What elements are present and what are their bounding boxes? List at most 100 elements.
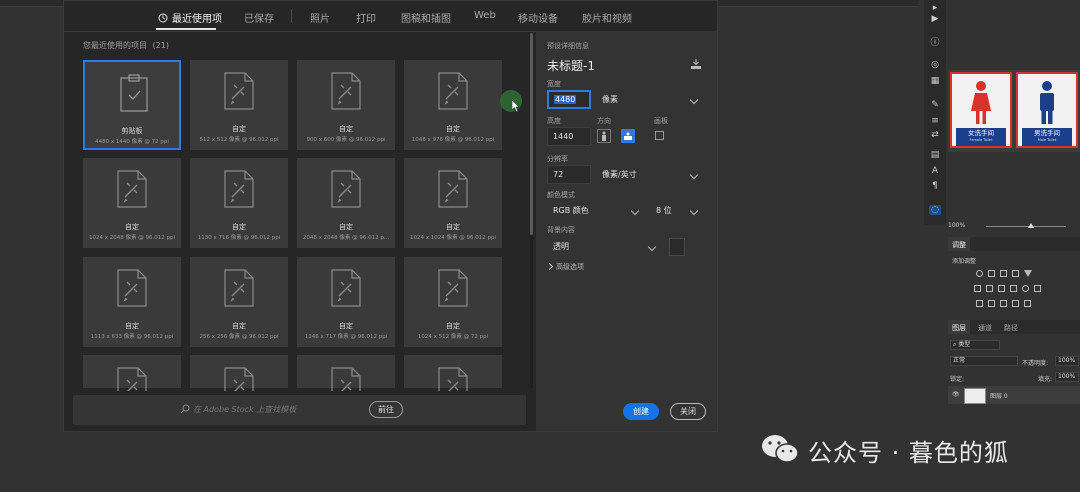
resolution-input[interactable]: 72 [547, 165, 591, 184]
width-input[interactable]: 4480 [547, 90, 591, 109]
posterize-icon[interactable] [988, 300, 995, 307]
advanced-options-toggle[interactable]: 高级选项 [545, 262, 584, 272]
preset-card[interactable]: 自定 512 x 512 像素 @ 96.012 ppi [190, 60, 288, 150]
photo-filter-icon[interactable] [1010, 285, 1017, 292]
grid-icon[interactable]: ▦ [929, 76, 941, 86]
channel-mixer-icon[interactable] [1022, 285, 1029, 292]
close-button[interactable]: 关闭 [670, 403, 706, 420]
bit-depth-select[interactable]: 8 位 [650, 201, 703, 220]
preset-card[interactable]: 自定 256 x 256 像素 @ 96.012 ppi [190, 257, 288, 347]
background-select[interactable]: 透明 [547, 237, 661, 256]
layer-kind-filter[interactable]: ⌕ 类型 [950, 340, 1000, 350]
sliders-icon[interactable]: ≡ [929, 116, 941, 126]
preset-card[interactable]: 自定 1146 x 717 像素 @ 96.012 ppi [297, 257, 395, 347]
vibrance-icon[interactable] [1024, 270, 1032, 277]
tab-layers[interactable]: 图层 [952, 323, 966, 333]
levels-icon[interactable] [988, 270, 995, 277]
female-sign-caption: 女洗手间 Female Toilet [956, 128, 1006, 146]
preset-card[interactable]: 自定 1130 x 716 像素 @ 96.012 ppi [190, 158, 288, 248]
save-preset-icon[interactable] [690, 59, 702, 69]
layer-row[interactable]: 👁 图层 0 [948, 386, 1080, 404]
zoom-percent[interactable]: 100% [948, 222, 965, 229]
grid-scrollbar-thumb[interactable] [530, 33, 533, 235]
resolution-value: 72 [553, 170, 564, 179]
layers-tabbar: 图层 通道 路径 [948, 320, 1080, 334]
preset-card[interactable] [190, 355, 288, 391]
new-document-dialog: 最近使用项 已保存 照片 打印 图稿和插图 Web 移动设备 胶片和视频 您最近… [63, 0, 718, 432]
character-icon[interactable]: A [929, 166, 941, 176]
paragraph-icon[interactable]: ¶ [929, 181, 941, 191]
go-button[interactable]: 前往 [369, 401, 403, 418]
preset-card[interactable]: 自定 1024 x 2048 像素 @ 96.012 ppi [83, 158, 181, 248]
preset-card[interactable] [297, 355, 395, 391]
play-icon[interactable]: ▶ [929, 14, 941, 24]
info-icon[interactable]: ⓘ [929, 38, 941, 48]
wechat-icon [762, 435, 799, 463]
progress-icon[interactable]: ◌ [929, 205, 941, 215]
exposure-icon[interactable] [1012, 270, 1019, 277]
create-button[interactable]: 创建 [623, 403, 659, 420]
male-toilet-sign: 男洗手间 Male Toilet [1016, 72, 1078, 148]
male-figure-icon [1040, 81, 1054, 124]
preset-card[interactable] [83, 355, 181, 391]
fill-label: 填充: [1038, 376, 1053, 383]
height-input[interactable]: 1440 [547, 127, 591, 146]
resolution-unit-select[interactable]: 像素/英寸 [596, 165, 703, 184]
eye-icon[interactable]: 👁 [952, 391, 960, 398]
color-mode-value: RGB 颜色 [553, 206, 589, 215]
resolution-unit-value: 像素/英寸 [602, 170, 637, 179]
artboard-checkbox[interactable] [655, 131, 664, 140]
selective-color-icon[interactable] [1024, 300, 1031, 307]
color-balance-icon[interactable] [986, 285, 993, 292]
layer-name[interactable]: 图层 0 [990, 391, 1008, 400]
tab-adjustments[interactable]: 调整 [952, 240, 966, 250]
tab-channels[interactable]: 通道 [978, 323, 992, 333]
preset-card-size: 2048 x 2048 像素 @ 96.012 p... [302, 235, 390, 241]
collapse-icon[interactable]: ▸ [929, 3, 941, 13]
fill-input[interactable]: 100% [1055, 372, 1079, 382]
adjust-icon[interactable]: ⇄ [929, 130, 941, 140]
preset-card[interactable]: 自定 1113 x 633 像素 @ 96.012 ppi [83, 257, 181, 347]
custom-doc-icon [117, 170, 147, 208]
preset-card[interactable]: 自定 1024 x 512 像素 @ 72 ppi [404, 257, 502, 347]
custom-doc-icon [117, 269, 147, 307]
layers-icon[interactable]: ▤ [929, 150, 941, 160]
preset-card[interactable]: 自定 900 x 600 像素 @ 96.012 ppi [297, 60, 395, 150]
preset-card-clipboard[interactable]: 剪贴板 4480 x 1440 像素 @ 72 ppi [83, 60, 181, 150]
preset-card[interactable]: 自定 1048 x 976 像素 @ 96.012 ppi [404, 60, 502, 150]
brightness-icon[interactable] [976, 270, 983, 277]
brush-icon[interactable]: ✎ [929, 100, 941, 110]
tab-paths[interactable]: 路径 [1004, 323, 1018, 333]
stock-search-input[interactable]: 在 Adobe Stock 上查找模板 [193, 404, 296, 415]
chevron-down-icon [689, 206, 699, 216]
portrait-orientation-button[interactable] [597, 129, 611, 143]
preset-card-name: 自定 [446, 125, 460, 133]
preset-card[interactable]: 自定 1024 x 1024 像素 @ 96.012 ppi [404, 158, 502, 248]
background-value: 透明 [553, 242, 569, 251]
preset-card[interactable] [404, 355, 502, 391]
zoom-slider[interactable] [986, 226, 1066, 227]
libraries-icon[interactable]: ◎ [929, 60, 941, 70]
opacity-input[interactable]: 100% [1055, 356, 1079, 366]
tab-film-video[interactable]: 胶片和视频 [582, 10, 632, 25]
hue-saturation-icon[interactable] [974, 285, 981, 292]
opacity-label: 不透明度: [1022, 360, 1049, 367]
male-caption-sub: Male Toilet [1037, 138, 1057, 142]
black-white-icon[interactable] [998, 285, 1005, 292]
width-unit-select[interactable]: 像素 [596, 90, 703, 109]
blend-mode-select[interactable]: 正常 [950, 356, 1018, 366]
female-caption-sub: Female Toilet [969, 138, 993, 142]
zoom-slider-handle[interactable] [1028, 223, 1034, 228]
color-mode-select[interactable]: RGB 颜色 [547, 201, 644, 220]
invert-icon[interactable] [976, 300, 983, 307]
background-color-swatch[interactable] [669, 238, 685, 256]
gradient-map-icon[interactable] [1012, 300, 1019, 307]
preset-card-name: 自定 [125, 223, 139, 231]
curves-icon[interactable] [1000, 270, 1007, 277]
color-lookup-icon[interactable] [1034, 285, 1041, 292]
landscape-orientation-button[interactable] [621, 129, 635, 143]
clipboard-icon [119, 74, 149, 112]
preset-card[interactable]: 自定 2048 x 2048 像素 @ 96.012 p... [297, 158, 395, 248]
threshold-icon[interactable] [1000, 300, 1007, 307]
document-name-field[interactable]: 未标题-1 [547, 57, 595, 74]
